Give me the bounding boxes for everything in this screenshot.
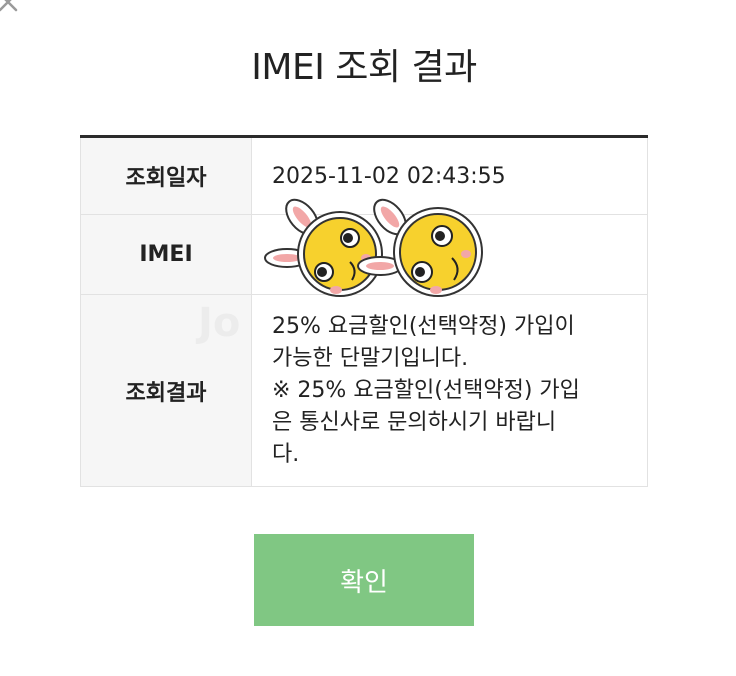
imei-label: IMEI: [80, 214, 252, 295]
confirm-button[interactable]: 확인: [254, 534, 474, 626]
imei-result-page: IMEI 조회 결과 조회일자 2025-11-02 02:43:55 IMEI…: [0, 0, 736, 676]
table-row-result: 조회결과 25% 요금할인(선택약정) 가입이 가능한 단말기입니다. ※ 25…: [80, 294, 648, 487]
imei-value: [251, 214, 648, 295]
date-label: 조회일자: [80, 136, 252, 215]
result-cell: 25% 요금할인(선택약정) 가입이 가능한 단말기입니다. ※ 25% 요금할…: [251, 294, 648, 487]
result-label: 조회결과: [80, 294, 252, 487]
close-icon[interactable]: [0, 0, 20, 14]
table-row-date: 조회일자 2025-11-02 02:43:55: [80, 136, 648, 215]
result-value: 25% 요금할인(선택약정) 가입이 가능한 단말기입니다. ※ 25% 요금할…: [272, 313, 580, 467]
date-value: 2025-11-02 02:43:55: [251, 136, 648, 215]
table-row-imei: IMEI: [80, 214, 648, 295]
imei-result-table: 조회일자 2025-11-02 02:43:55 IMEI 조회결과 25% 요…: [80, 135, 648, 487]
page-title: IMEI 조회 결과: [251, 47, 477, 88]
